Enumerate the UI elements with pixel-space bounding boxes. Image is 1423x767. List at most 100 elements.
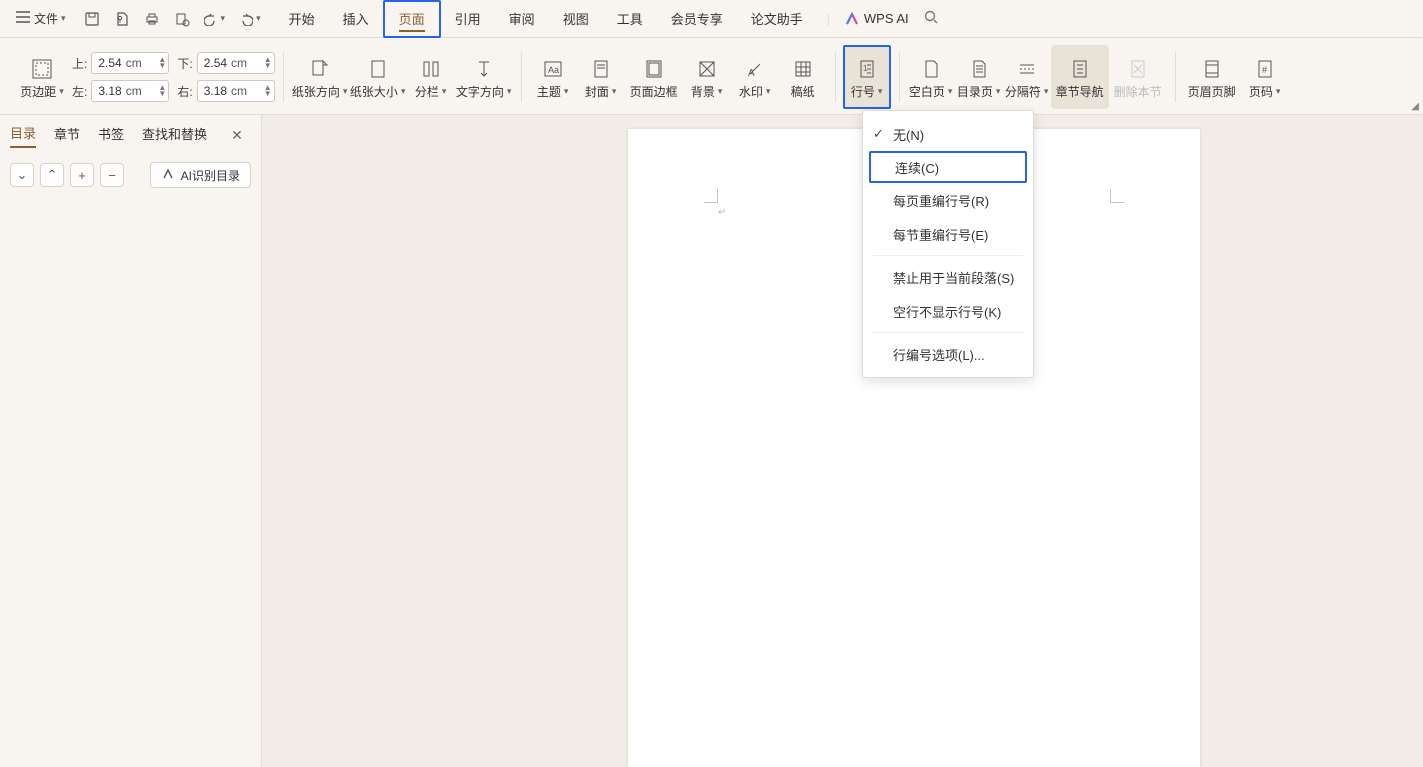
- text-direction-button[interactable]: 文字方向▾: [455, 45, 513, 109]
- remove-button[interactable]: −: [100, 163, 124, 187]
- margin-top-label: 上:: [72, 55, 87, 72]
- tab-member[interactable]: 会员专享: [657, 0, 737, 38]
- page-number-button[interactable]: # 页码▾: [1241, 45, 1289, 109]
- line-number-continuous[interactable]: 连续(C): [869, 151, 1027, 183]
- document-area[interactable]: ↵: [262, 115, 1423, 767]
- hamburger-icon: [16, 11, 30, 26]
- blank-page-icon: [920, 55, 942, 83]
- side-close-icon[interactable]: ✕: [231, 127, 243, 144]
- group-paper: 纸张方向▾ 纸张大小▾ 分栏▾ 文字方向▾: [283, 42, 521, 112]
- side-tab-find[interactable]: 查找和替换: [142, 124, 207, 147]
- save-icon[interactable]: [84, 11, 100, 27]
- undo-button[interactable]: ▾: [204, 12, 226, 26]
- side-panel: 目录 章节 书签 查找和替换 ✕ ⌄ ⌃ + − AI识别目录: [0, 115, 262, 767]
- line-number-icon: 1: [856, 55, 878, 83]
- margin-guide-tl: [704, 189, 718, 203]
- margin-bottom-label: 下:: [177, 55, 192, 72]
- columns-icon: [420, 55, 442, 83]
- theme-button[interactable]: Aa 主题▾: [529, 45, 577, 109]
- print-icon[interactable]: [144, 11, 160, 27]
- tab-reference[interactable]: 引用: [441, 0, 495, 38]
- columns-button[interactable]: 分栏▾: [407, 45, 455, 109]
- orientation-button[interactable]: 纸张方向▾: [291, 45, 349, 109]
- group-header-footer: 页眉页脚 # 页码▾: [1175, 42, 1297, 112]
- svg-text:A: A: [748, 68, 755, 79]
- menu-bar: 文件 ▾ ▾ ▾ 开始 插入 页面 引用 审阅 视图 工具 会员专享 论文助手 …: [0, 0, 1423, 38]
- margin-left-input[interactable]: 3.18cm ▲▼: [91, 80, 169, 102]
- cover-icon: [590, 55, 612, 83]
- group-theme: Aa 主题▾ 封面▾ 页面边框 背景▾ A 水印▾ 稿纸: [521, 42, 835, 112]
- line-number-suppress[interactable]: 禁止用于当前段落(S): [863, 260, 1033, 294]
- watermark-button[interactable]: A 水印▾: [731, 45, 779, 109]
- line-number-button[interactable]: 1 行号▾: [843, 45, 891, 109]
- page-border-button[interactable]: 页面边框: [625, 45, 683, 109]
- tab-tools[interactable]: 工具: [603, 0, 657, 38]
- search-icon[interactable]: [923, 9, 939, 28]
- background-icon: [696, 55, 718, 83]
- separator-button[interactable]: 分隔符▾: [1003, 45, 1051, 109]
- tab-view[interactable]: 视图: [549, 0, 603, 38]
- cover-button[interactable]: 封面▾: [577, 45, 625, 109]
- section-nav-button[interactable]: 章节导航: [1051, 45, 1109, 109]
- file-menu-button[interactable]: 文件 ▾: [8, 6, 74, 32]
- margin-bottom-input[interactable]: 2.54cm ▲▼: [197, 52, 275, 74]
- toc-page-icon: [968, 55, 990, 83]
- ribbon-collapse-icon[interactable]: ◢: [1411, 101, 1419, 112]
- chevron-down-icon: ▾: [61, 13, 66, 24]
- export-icon[interactable]: [114, 11, 130, 27]
- wps-ai-button[interactable]: WPS AI: [844, 11, 909, 27]
- page-number-icon: #: [1254, 55, 1276, 83]
- group-margins: 页边距▾ 上: 2.54cm ▲▼ 下: 2.54cm ▲▼ 左: 3.: [10, 42, 283, 112]
- file-menu-label: 文件: [34, 10, 58, 27]
- header-footer-icon: [1201, 55, 1223, 83]
- svg-text:#: #: [1262, 65, 1267, 75]
- margins-button[interactable]: 页边距▾: [18, 45, 66, 109]
- tab-review[interactable]: 审阅: [495, 0, 549, 38]
- paper-size-button[interactable]: 纸张大小▾: [349, 45, 407, 109]
- collapse-up-button[interactable]: ⌃: [40, 163, 64, 187]
- text-direction-icon: [473, 55, 495, 83]
- wps-ai-label: WPS AI: [864, 11, 909, 26]
- margin-right-input[interactable]: 3.18cm ▲▼: [197, 80, 275, 102]
- header-footer-button[interactable]: 页眉页脚: [1183, 45, 1241, 109]
- delete-section-button: 删除本节: [1109, 45, 1167, 109]
- manuscript-button[interactable]: 稿纸: [779, 45, 827, 109]
- margin-top-input[interactable]: 2.54cm ▲▼: [91, 52, 169, 74]
- side-tab-toc[interactable]: 目录: [10, 123, 36, 148]
- ribbon-tabs: 开始 插入 页面 引用 审阅 视图 工具 会员专享 论文助手: [275, 0, 817, 38]
- delete-section-icon: [1127, 55, 1149, 83]
- orientation-icon: [309, 55, 331, 83]
- workspace: 目录 章节 书签 查找和替换 ✕ ⌄ ⌃ + − AI识别目录 ↵: [0, 115, 1423, 767]
- group-line-number: 1 行号▾: [835, 42, 899, 112]
- redo-button[interactable]: ▾: [239, 12, 261, 26]
- watermark-icon: A: [744, 55, 766, 83]
- tab-thesis[interactable]: 论文助手: [737, 0, 817, 38]
- line-number-skip-blank[interactable]: 空行不显示行号(K): [863, 294, 1033, 328]
- side-tab-chapter[interactable]: 章节: [54, 124, 80, 147]
- side-tools: ⌄ ⌃ + − AI识别目录: [10, 162, 251, 188]
- background-button[interactable]: 背景▾: [683, 45, 731, 109]
- margin-left-label: 左:: [72, 83, 87, 100]
- print-preview-icon[interactable]: [174, 11, 190, 27]
- line-number-options[interactable]: 行编号选项(L)...: [863, 337, 1033, 371]
- toc-page-button[interactable]: 目录页▾: [955, 45, 1003, 109]
- line-number-none[interactable]: 无(N): [863, 117, 1033, 151]
- line-number-restart-section[interactable]: 每节重编行号(E): [863, 217, 1033, 251]
- cursor-mark: ↵: [718, 207, 726, 218]
- blank-page-button[interactable]: 空白页▾: [907, 45, 955, 109]
- ai-icon: [161, 167, 175, 184]
- page-border-icon: [643, 55, 665, 83]
- group-pages: 空白页▾ 目录页▾ 分隔符▾ 章节导航 删除本节: [899, 42, 1175, 112]
- tab-insert[interactable]: 插入: [329, 0, 383, 38]
- margin-guide-tr: [1110, 189, 1124, 203]
- manuscript-icon: [792, 55, 814, 83]
- tab-page[interactable]: 页面: [383, 0, 441, 38]
- line-number-restart-page[interactable]: 每页重编行号(R): [863, 183, 1033, 217]
- ai-toc-button[interactable]: AI识别目录: [150, 162, 251, 188]
- quick-access-toolbar: ▾ ▾: [84, 11, 261, 27]
- expand-down-button[interactable]: ⌄: [10, 163, 34, 187]
- svg-text:Aa: Aa: [548, 65, 559, 75]
- add-button[interactable]: +: [70, 163, 94, 187]
- tab-start[interactable]: 开始: [275, 0, 329, 38]
- side-tab-bookmark[interactable]: 书签: [98, 124, 124, 147]
